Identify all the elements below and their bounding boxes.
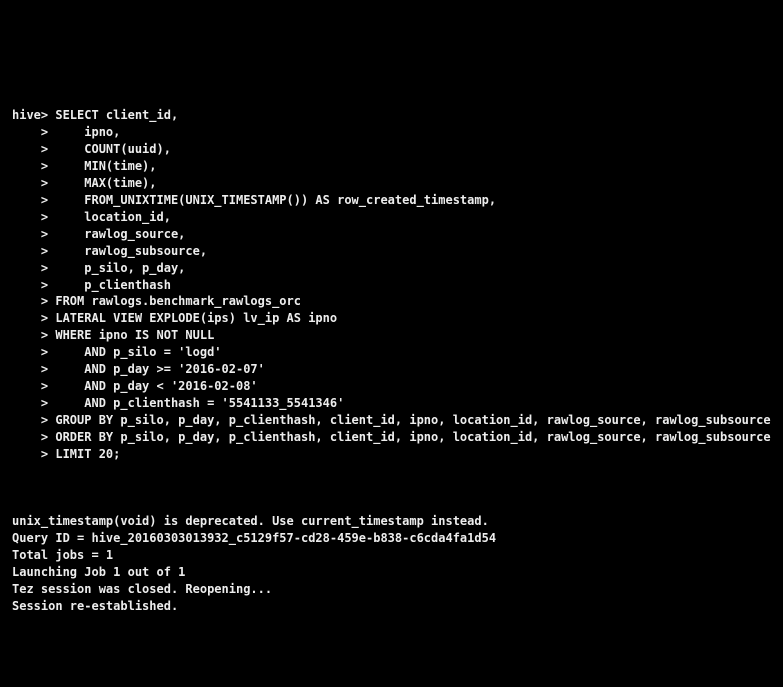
hive-message-line: Launching Job 1 out of 1 [12, 564, 186, 579]
hive-query-line: > GROUP BY p_silo, p_day, p_clienthash, … [12, 412, 771, 427]
hive-message-line: Session re-established. [12, 598, 179, 613]
hive-query-line: > rawlog_subsource, [12, 243, 208, 258]
hive-query-line: hive> SELECT client_id, [12, 108, 179, 123]
hive-query-line: > FROM_UNIXTIME(UNIX_TIMESTAMP()) AS row… [12, 192, 497, 207]
hive-query-line: > AND p_day >= '2016-02-07' [12, 362, 265, 377]
hive-message-line: Tez session was closed. Reopening... [12, 581, 273, 596]
hive-query-line: > COUNT(uuid), [12, 142, 171, 157]
hive-query-line: > ipno, [12, 125, 121, 140]
hive-query-line: > MAX(time), [12, 176, 157, 191]
hive-query-line: > AND p_day < '2016-02-08' [12, 378, 258, 393]
terminal-viewport[interactable]: Time taken: 24.558 seconds, Fetched: 20 … [0, 0, 783, 687]
clipped-previous-line: Time taken: 24.558 seconds, Fetched: 20 … [12, 51, 783, 57]
hive-query-line: > p_clienthash [12, 277, 171, 292]
hive-query-line: > AND p_silo = 'logd' [12, 345, 222, 360]
hive-query-line: > ORDER BY p_silo, p_day, p_clienthash, … [12, 429, 771, 444]
hive-query-line: > MIN(time), [12, 159, 157, 174]
hive-query-line: > LATERAL VIEW EXPLODE(ips) lv_ip AS ipn… [12, 311, 338, 326]
hive-query-line: > LIMIT 20; [12, 446, 121, 461]
hive-message-line: unix_timestamp(void) is deprecated. Use … [12, 514, 489, 529]
hive-query-line: > AND p_clienthash = '5541133_5541346' [12, 395, 345, 410]
hive-query-line: > rawlog_source, [12, 226, 186, 241]
hive-query-line: > WHERE ipno IS NOT NULL [12, 328, 215, 343]
hive-message-block: unix_timestamp(void) is deprecated. Use … [12, 513, 783, 614]
hive-query-block: hive> SELECT client_id, > ipno, > COUNT(… [12, 107, 783, 462]
hive-query-line: > p_silo, p_day, [12, 260, 186, 275]
hive-query-line: > FROM rawlogs.benchmark_rawlogs_orc [12, 294, 301, 309]
hive-query-line: > location_id, [12, 209, 171, 224]
hive-message-line: Query ID = hive_20160303013932_c5129f57-… [12, 531, 497, 546]
hive-message-line: Total jobs = 1 [12, 548, 114, 562]
